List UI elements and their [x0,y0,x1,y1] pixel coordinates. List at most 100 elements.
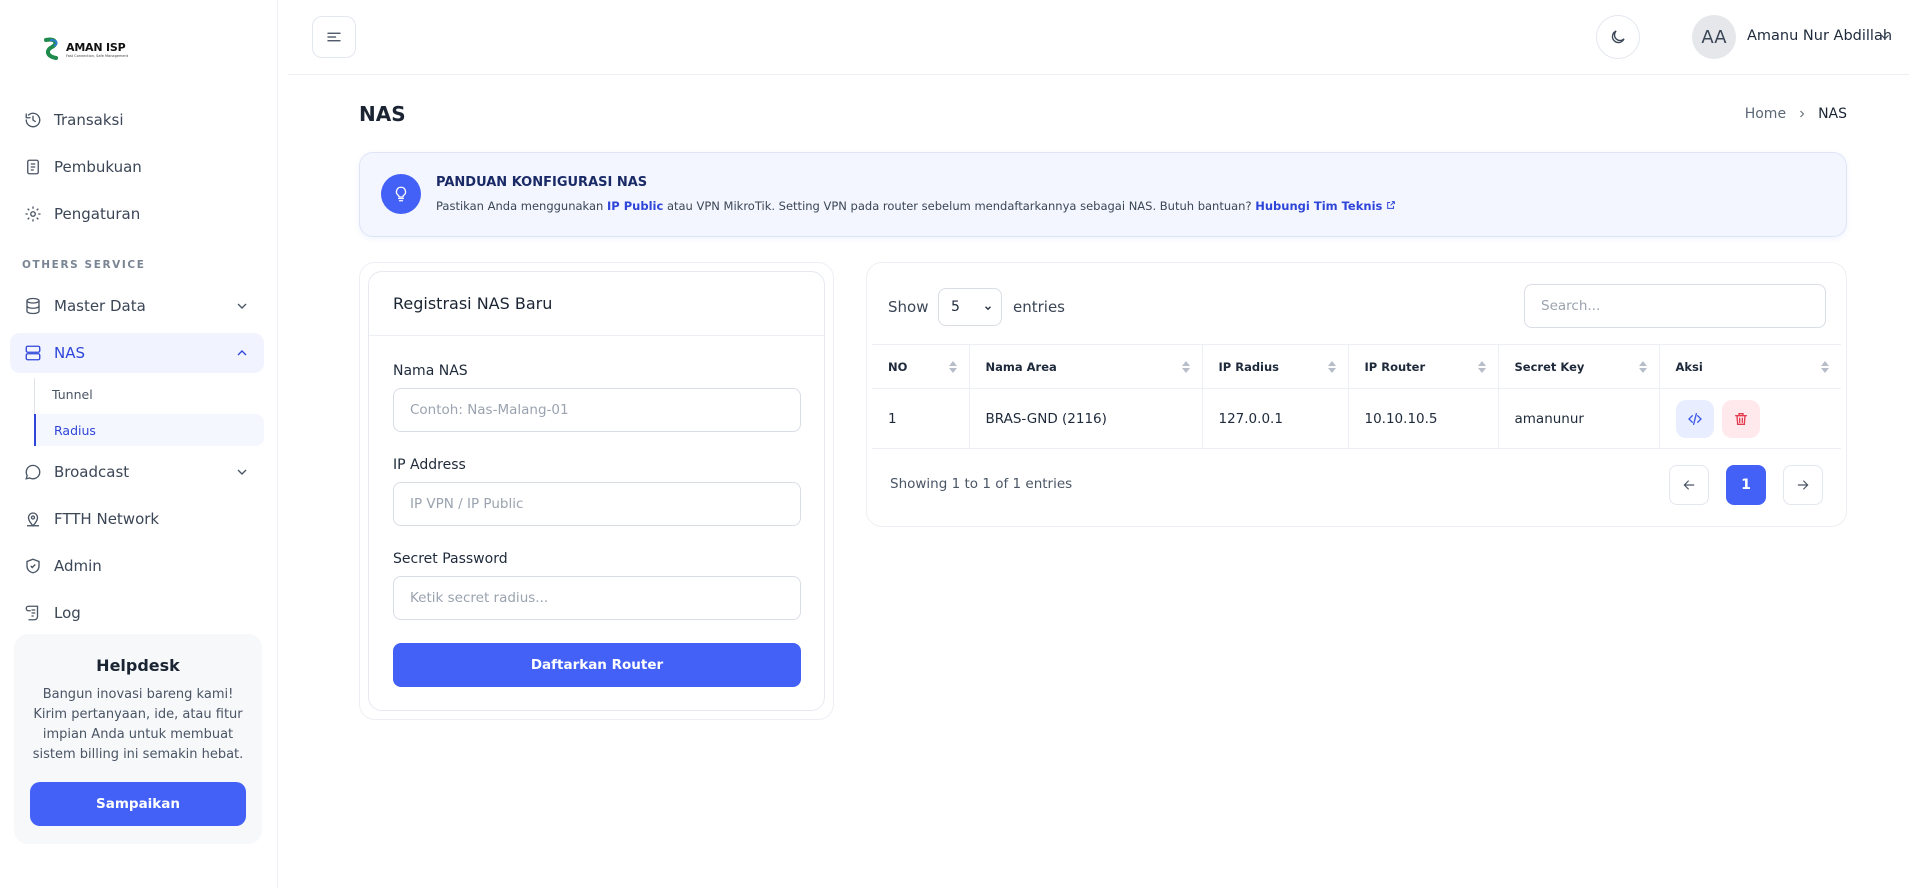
logo-mark-icon [44,37,58,60]
cell-ip-router: 10.10.10.5 [1348,388,1499,449]
column-header-label: Nama Area [985,359,1057,374]
alert-text: Pastikan Anda menggunakan IP Public atau… [436,199,1396,213]
trash-icon [1734,412,1747,425]
sidebar-item-label: Pembukuan [54,158,142,176]
sidebar-item-ftth-network[interactable]: FTTH Network [10,499,264,539]
sidebar-item-label: Pengaturan [54,205,141,223]
avatar[interactable]: AA [1692,15,1736,59]
helpdesk-card: Helpdesk Bangun inovasi bareng kami! Kir… [14,634,262,844]
sidebar-subitem-radius[interactable]: Radius [34,414,264,446]
contact-tech-team-link[interactable]: Hubungi Tim Teknis [1255,199,1396,213]
chat-bubble-icon [22,461,44,483]
nas-name-input[interactable]: Contoh: Nas-Malang-01 [393,388,801,432]
sidebar-item-master-data[interactable]: Master Data [10,286,264,326]
breadcrumb-current: NAS [1818,106,1847,122]
ip-address-label: IP Address [393,457,466,473]
sidebar-item-admin[interactable]: Admin [10,546,264,586]
helpdesk-title: Helpdesk [96,656,180,675]
map-pin-icon [22,508,44,530]
secret-password-input[interactable]: Ketik secret radius... [393,576,801,620]
search-input[interactable]: Search... [1524,284,1826,328]
column-header-actions[interactable]: Aksi [1659,344,1841,389]
sidebar-item-label: Transaksi [54,111,124,129]
sort-icon [1181,361,1190,373]
moon-icon [1611,30,1625,44]
menu-toggle-button[interactable] [312,16,356,58]
column-header-label: Secret Key [1514,359,1585,374]
chevron-right-icon [1800,110,1805,118]
sidebar-item-label: Broadcast [54,463,130,481]
shield-check-icon [22,555,44,577]
secret-password-label: Secret Password [393,551,508,567]
column-header-ip-router[interactable]: IP Router [1348,344,1499,389]
column-header-label: Aksi [1675,359,1703,374]
delete-button[interactable] [1721,399,1760,438]
prev-page-button[interactable] [1669,465,1709,505]
ledger-icon [22,156,44,178]
script-button[interactable] [1675,399,1714,438]
cell-secret: amanunur [1498,388,1660,449]
chevron-down-icon [985,306,991,311]
sidebar-item-label: NAS [54,344,86,362]
sort-icon [1477,361,1486,373]
external-link-icon [1387,201,1396,209]
column-header-no[interactable]: NO [872,344,970,389]
brand-name: AMAN ISP [66,40,126,54]
helpdesk-text: Bangun inovasi bareng kami! Kirim pertan… [32,687,244,762]
column-header-secret-key[interactable]: Secret Key [1498,344,1660,389]
column-header-label: NO [888,359,908,374]
column-header-area[interactable]: Nama Area [969,344,1203,389]
cell-no: 1 [872,388,970,449]
helpdesk-submit-button[interactable]: Sampaikan [30,782,246,826]
brand-tagline: Fast Connection, Safe Management [66,53,129,58]
entries-select[interactable]: 5 [938,288,1002,326]
entries-select-value: 5 [951,299,960,315]
arrow-left-icon [1683,480,1695,490]
show-label: Show [888,298,929,316]
database-icon [22,295,44,317]
sort-icon [1327,361,1336,373]
breadcrumb-home[interactable]: Home [1745,106,1786,122]
page-button[interactable]: 1 [1726,465,1766,505]
alert-highlight: IP Public [607,199,664,213]
chevron-up-icon [237,350,247,356]
next-page-button[interactable] [1783,465,1823,505]
nas-name-label: Nama NAS [393,363,468,379]
chevron-down-icon [237,469,247,475]
sidebar-item-label: Master Data [54,297,146,315]
nas-registration-form: Registrasi NAS Baru Nama NAS Contoh: Nas… [368,271,825,711]
sort-icon [948,361,957,373]
user-name[interactable]: Amanu Nur Abdillah [1747,28,1892,44]
sidebar: AMAN ISP Fast Connection, Safe Managemen… [0,0,278,888]
chevron-down-icon[interactable] [1878,30,1892,44]
table-header-row: NO Nama Area IP Radius IP Router Secret … [872,344,1841,389]
sidebar-item-log[interactable]: Log [10,593,264,633]
column-header-ip-radius[interactable]: IP Radius [1202,344,1349,389]
topbar: AA Amanu Nur Abdillah [288,0,1909,75]
sidebar-item-label: Admin [54,557,102,575]
sidebar-subitem-tunnel[interactable]: Tunnel [34,378,264,410]
gear-icon [22,203,44,225]
register-router-button[interactable]: Daftarkan Router [393,643,801,687]
table-row: 1 BRAS-GND (2116) 127.0.0.1 10.10.10.5 a… [872,388,1841,449]
cell-ip-radius: 127.0.0.1 [1202,388,1349,449]
sidebar-item-pengaturan[interactable]: Pengaturan [10,194,264,234]
form-title: Registrasi NAS Baru [369,272,824,336]
sidebar-item-nas[interactable]: NAS [10,333,264,373]
column-header-label: IP Router [1364,359,1426,374]
sort-icon [1638,361,1647,373]
section-label: OTHERS SERVICE [22,259,146,271]
sidebar-item-transaksi[interactable]: Transaksi [10,100,264,140]
pagination-info: Showing 1 to 1 of 1 entries [890,476,1073,492]
sidebar-item-broadcast[interactable]: Broadcast [10,452,264,492]
ip-address-input[interactable]: IP VPN / IP Public [393,482,801,526]
sidebar-item-label: FTTH Network [54,510,160,528]
sort-icon [1821,361,1829,373]
sidebar-item-pembukuan[interactable]: Pembukuan [10,147,264,187]
server-icon [22,342,44,364]
nas-table: NO Nama Area IP Radius IP Router Secret … [872,344,1841,449]
theme-toggle-button[interactable] [1596,15,1640,59]
entries-label: entries [1013,298,1065,316]
menu-icon [327,32,341,42]
brand-logo[interactable]: AMAN ISP Fast Connection, Safe Managemen… [42,36,128,62]
